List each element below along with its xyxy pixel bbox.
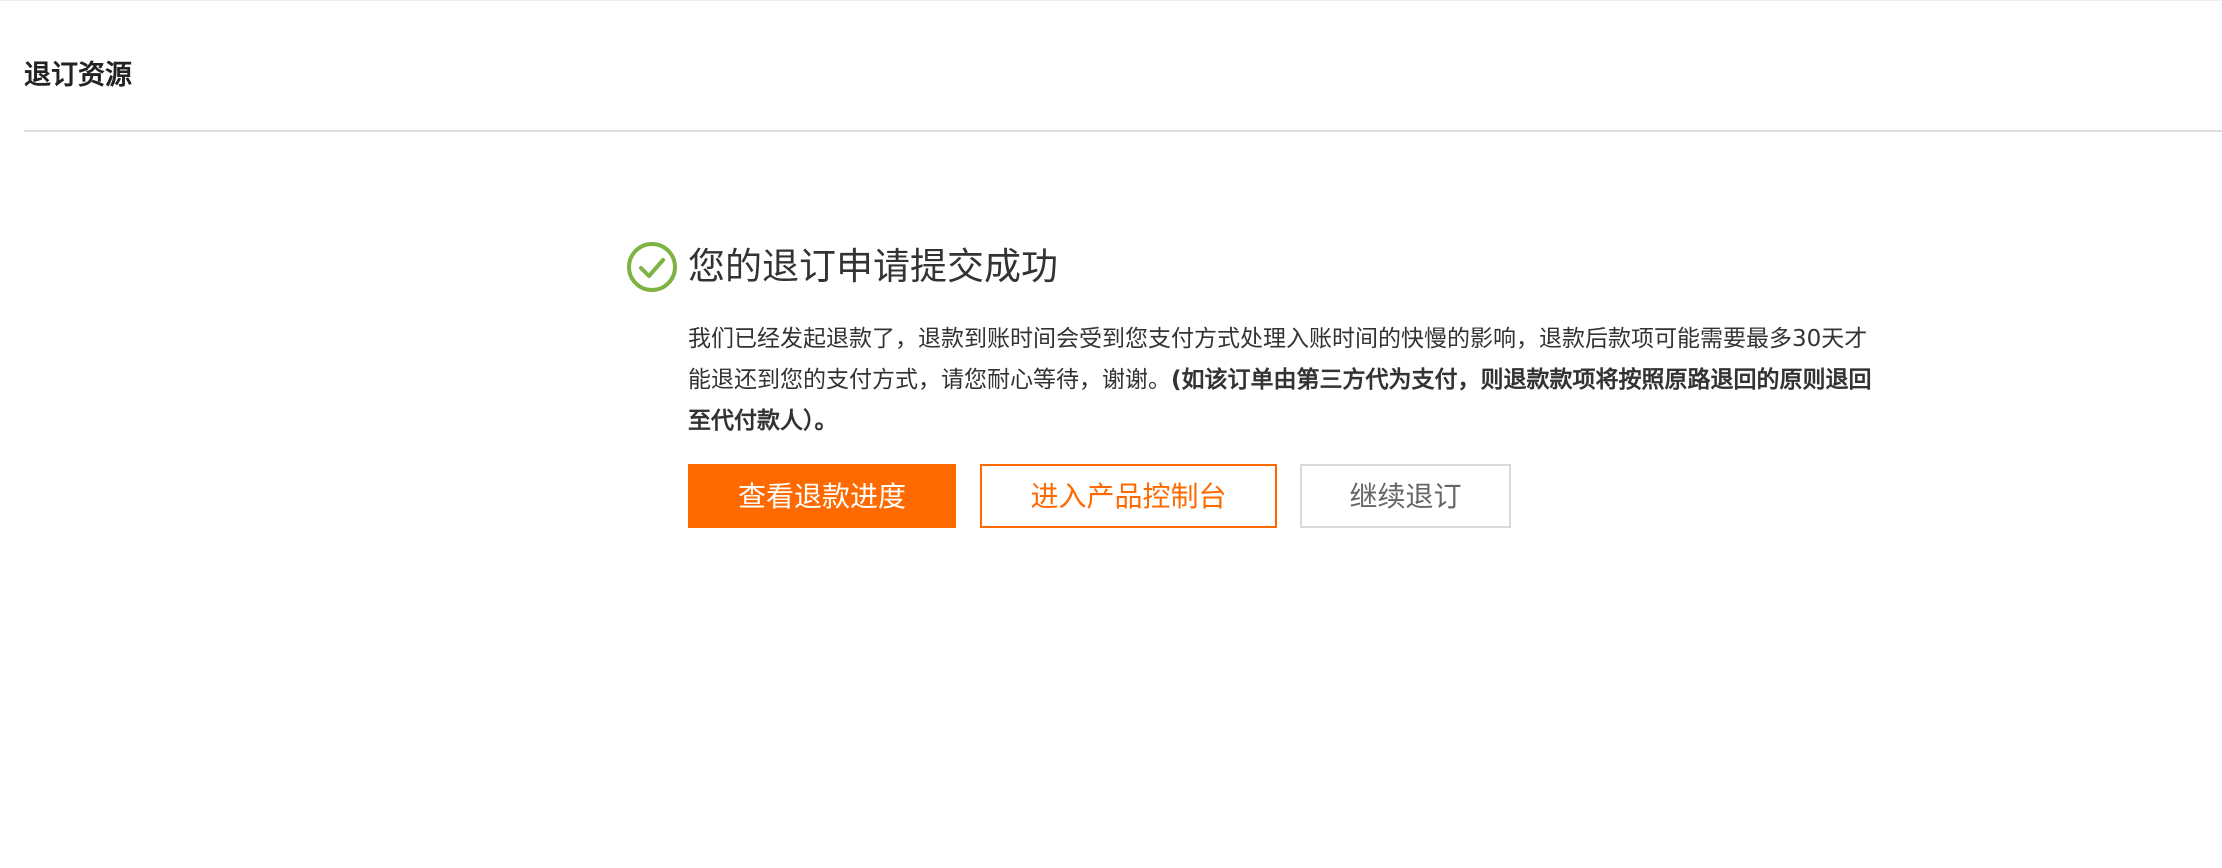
enter-product-console-button[interactable]: 进入产品控制台 [980, 464, 1277, 528]
check-circle-icon [626, 241, 678, 293]
header-divider [24, 130, 2222, 132]
result-title: 您的退订申请提交成功 [688, 245, 1058, 288]
page-title: 退订资源 [24, 60, 132, 91]
page: 退订资源 您的退订申请提交成功 我们已经发起退款了，退款到账时间会受到您支付方式… [0, 0, 2222, 868]
view-refund-progress-button[interactable]: 查看退款进度 [688, 464, 956, 528]
continue-unsubscribe-button[interactable]: 继续退订 [1300, 464, 1511, 528]
result-description: 我们已经发起退款了，退款到账时间会受到您支付方式处理入账时间的快慢的影响，退款后… [688, 319, 1878, 442]
